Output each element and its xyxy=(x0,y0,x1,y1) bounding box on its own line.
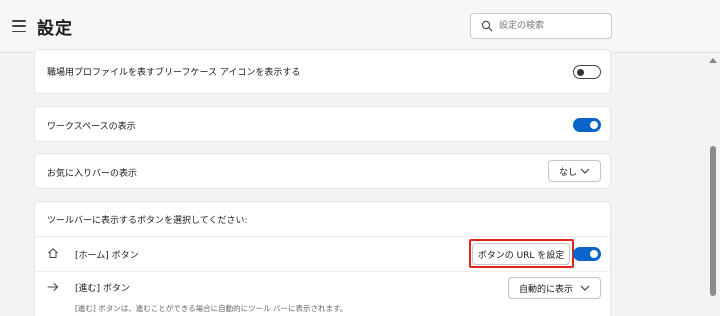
hamburger-menu-icon[interactable] xyxy=(12,20,26,32)
forward-button-label: [進む] ボタン xyxy=(75,284,130,294)
toolbar-heading: ツールバーに表示するボタンを選択してください: xyxy=(47,216,248,226)
home-button-toggle[interactable] xyxy=(573,247,601,261)
toolbar-card: ツールバーに表示するボタンを選択してください: [ホーム] ボタン ボタンの U… xyxy=(34,201,612,316)
workspaces-toggle[interactable] xyxy=(573,118,601,132)
set-home-url-button[interactable]: ボタンの URL を設定 xyxy=(472,243,570,265)
workspaces-label: ワークスペースの表示 xyxy=(47,122,136,132)
header: 設定 xyxy=(0,0,720,53)
scroll-up-arrow-icon[interactable] xyxy=(709,58,717,63)
favorites-bar-dropdown[interactable]: なし xyxy=(548,160,601,182)
search-icon xyxy=(481,20,493,32)
favorites-bar-label: お気に入りバーの表示 xyxy=(47,169,138,179)
forward-button-description: [進む] ボタンは、進むことができる場合に自動的にツール バーに表示されます。 xyxy=(75,304,348,313)
home-row: ボタンの URL を設定 xyxy=(35,235,612,271)
settings-content: 職場用プロファイルを表すブリーフケース アイコンを表示する ワークスペースの表示… xyxy=(0,49,705,316)
favorites-bar-selected: なし xyxy=(559,167,578,178)
divider xyxy=(35,271,612,272)
search-box[interactable] xyxy=(470,13,612,39)
favorites-bar-card: お気に入りバーの表示 なし xyxy=(34,153,611,189)
page-title: 設定 xyxy=(37,19,73,39)
chevron-down-icon xyxy=(580,168,590,174)
search-input[interactable] xyxy=(499,17,607,35)
forward-button-selected: 自動的に表示 xyxy=(519,284,574,295)
chevron-down-icon xyxy=(580,285,590,291)
scrollbar-thumb[interactable] xyxy=(710,146,716,296)
arrow-right-icon xyxy=(47,283,58,291)
forward-button-dropdown[interactable]: 自動的に表示 xyxy=(508,277,601,299)
workspaces-card: ワークスペースの表示 xyxy=(34,106,611,142)
work-profile-toggle[interactable] xyxy=(573,65,601,79)
work-profile-card: 職場用プロファイルを表すブリーフケース アイコンを表示する xyxy=(34,49,611,94)
work-profile-label: 職場用プロファイルを表すブリーフケース アイコンを表示する xyxy=(47,68,301,78)
